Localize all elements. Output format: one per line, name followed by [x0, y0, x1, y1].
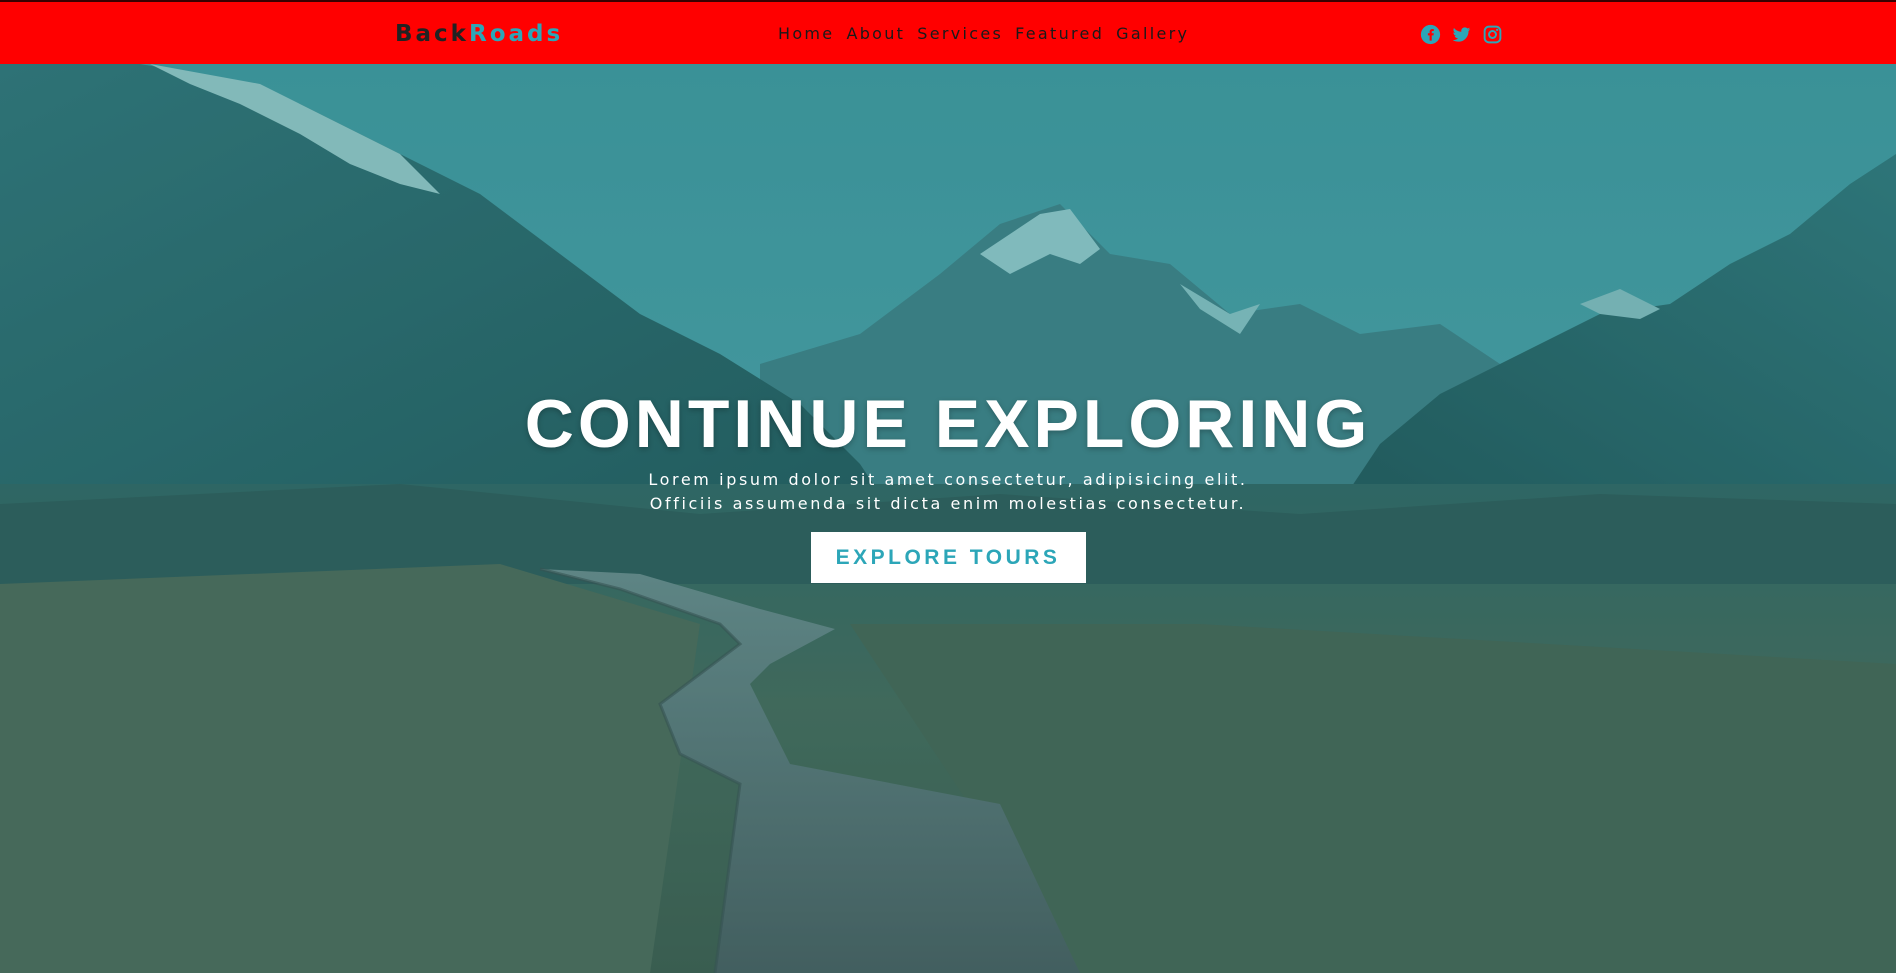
nav-links: Home About Services Featured Gallery	[778, 24, 1189, 44]
social-links	[1420, 24, 1503, 45]
nav-link-home[interactable]: Home	[778, 24, 834, 44]
explore-tours-button[interactable]: EXPLORE TOURS	[810, 532, 1086, 583]
brand-logo-part2: Roads	[468, 21, 564, 47]
hero-subtitle-line1: Lorem ipsum dolor sit amet consectetur, …	[648, 470, 1248, 489]
hero-subtitle-line2: Officiis assumenda sit dicta enim molest…	[649, 494, 1247, 513]
nav-link-featured[interactable]: Featured	[1015, 24, 1104, 44]
brand-logo[interactable]: BackRoads	[395, 20, 563, 48]
hero-title: CONTINUE EXPLORING	[524, 386, 1372, 462]
hero-banner: CONTINUE EXPLORING Lorem ipsum dolor sit…	[0, 384, 1896, 583]
instagram-icon[interactable]	[1482, 24, 1503, 45]
facebook-icon[interactable]	[1420, 24, 1441, 45]
twitter-icon[interactable]	[1451, 24, 1472, 45]
nav-link-gallery[interactable]: Gallery	[1116, 24, 1189, 44]
nav-link-services[interactable]: Services	[917, 24, 1003, 44]
nav-link-about[interactable]: About	[846, 24, 905, 44]
hero-section: CONTINUE EXPLORING Lorem ipsum dolor sit…	[0, 64, 1896, 973]
brand-logo-part1: Back	[395, 21, 469, 47]
navbar: BackRoads Home About Services Featured G…	[0, 0, 1896, 64]
